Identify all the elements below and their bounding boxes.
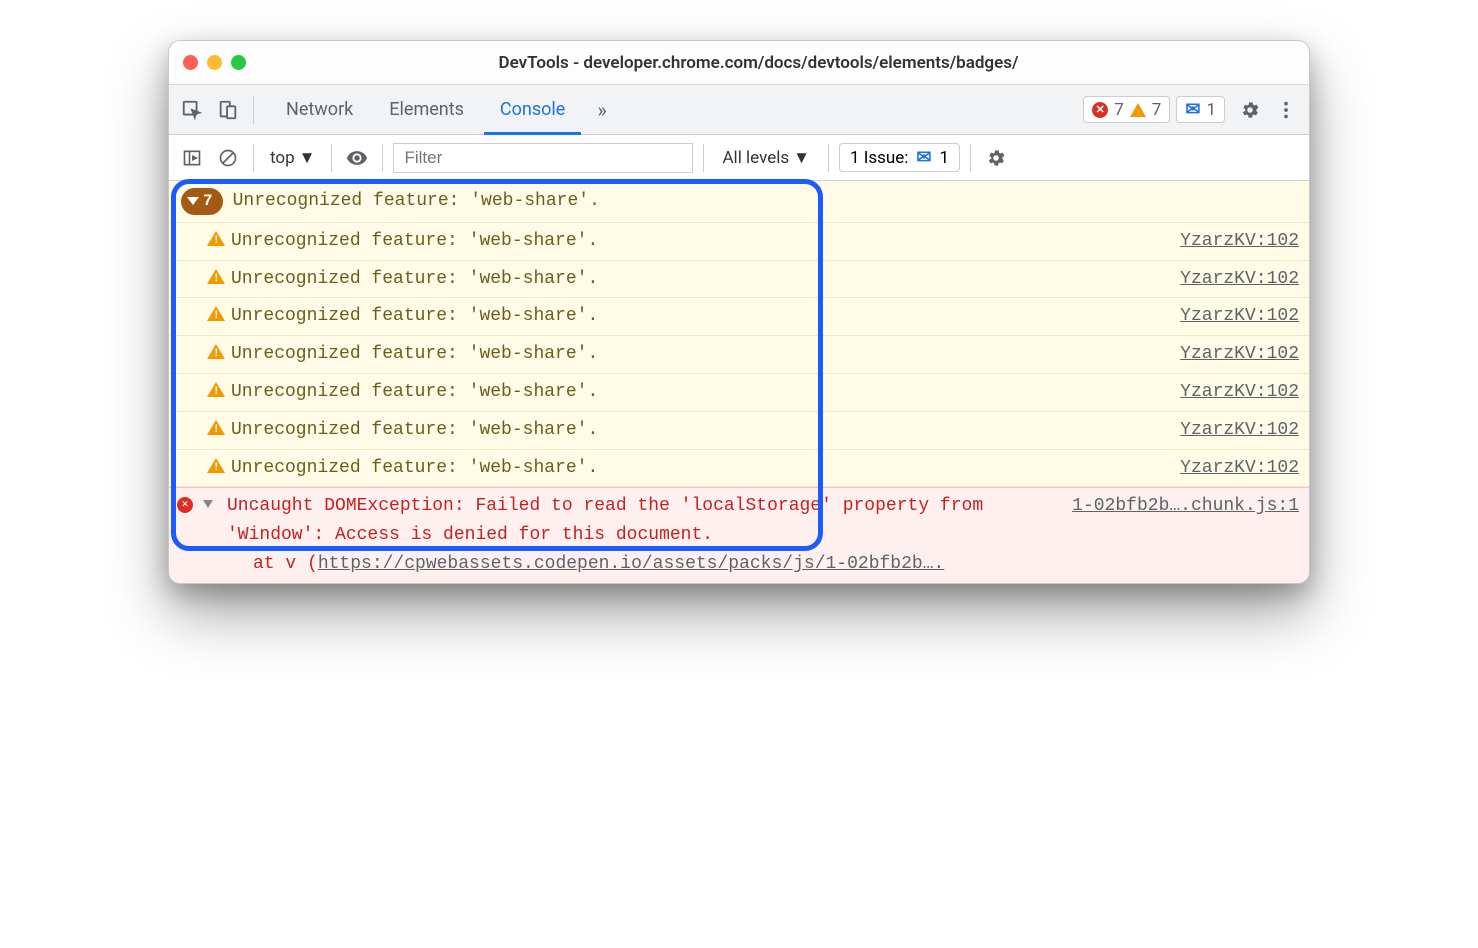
divider [253, 144, 254, 172]
divider [828, 144, 829, 172]
console-warning-row[interactable]: Unrecognized feature: 'web-share'. YzarzK… [169, 298, 1309, 336]
warning-message: Unrecognized feature: 'web-share'. [231, 302, 1170, 331]
console-output: 7 Unrecognized feature: 'web-share'. Unr… [169, 181, 1309, 583]
context-selector[interactable]: top ▼ [264, 148, 321, 168]
error-message: Uncaught DOMException: Failed to read th… [227, 496, 994, 545]
warning-count: 7 [1152, 100, 1162, 120]
caret-down-icon [187, 197, 199, 205]
chevron-down-icon: ▼ [793, 148, 810, 168]
console-warning-row[interactable]: Unrecognized feature: 'web-share'. YzarzK… [169, 412, 1309, 450]
console-warning-row[interactable]: Unrecognized feature: 'web-share'. YzarzK… [169, 450, 1309, 488]
warning-icon [207, 344, 225, 359]
tab-console[interactable]: Console [484, 86, 581, 135]
live-expression-icon[interactable] [342, 143, 372, 173]
warning-message: Unrecognized feature: 'web-share'. [231, 340, 1170, 369]
inspect-element-icon[interactable] [177, 95, 207, 125]
warning-icon [207, 420, 225, 435]
issues-counter[interactable]: ✉ 1 [1176, 96, 1225, 123]
divider [331, 144, 332, 172]
error-source-link[interactable]: 1-02bfb2b….chunk.js:1 [1072, 492, 1299, 521]
divider [970, 144, 971, 172]
error-icon: ✕ [177, 497, 193, 513]
warning-source-link[interactable]: YzarzKV:102 [1180, 302, 1299, 331]
tab-elements[interactable]: Elements [373, 86, 480, 135]
warning-source-link[interactable]: YzarzKV:102 [1180, 340, 1299, 369]
warning-message: Unrecognized feature: 'web-share'. [231, 378, 1170, 407]
warning-icon [207, 382, 225, 397]
divider [253, 96, 254, 124]
traffic-lights [183, 55, 246, 70]
close-window-button[interactable] [183, 55, 198, 70]
device-toolbar-icon[interactable] [213, 95, 243, 125]
issues-button[interactable]: 1 Issue: ✉ 1 [839, 143, 960, 172]
warning-source-link[interactable]: YzarzKV:102 [1180, 378, 1299, 407]
more-tabs-button[interactable]: » [587, 98, 616, 122]
divider [382, 144, 383, 172]
warning-message: Unrecognized feature: 'web-share'. [231, 416, 1170, 445]
message-count: 1 [1206, 100, 1216, 120]
more-options-icon[interactable] [1271, 95, 1301, 125]
console-error-row[interactable]: ✕ 1-02bfb2b….chunk.js:1 Uncaught DOMExce… [169, 487, 1309, 582]
error-stack-trace: at v (https://cpwebassets.codepen.io/ass… [227, 550, 1299, 579]
divider [703, 144, 704, 172]
message-counters: ✕ 7 7 ✉ 1 [1083, 96, 1225, 123]
issues-count: 1 [940, 148, 950, 168]
warning-message: Unrecognized feature: 'web-share'. [231, 454, 1170, 483]
tabs-row: Network Elements Console » ✕ 7 7 ✉ 1 [169, 85, 1309, 135]
filter-input[interactable] [393, 143, 693, 173]
console-warning-row[interactable]: Unrecognized feature: 'web-share'. YzarzK… [169, 374, 1309, 412]
warning-icon [207, 269, 225, 284]
console-toolbar: top ▼ All levels ▼ 1 Issue: ✉ 1 [169, 135, 1309, 181]
issues-label: 1 Issue: [850, 148, 908, 168]
show-sidebar-icon[interactable] [177, 143, 207, 173]
console-warning-row[interactable]: Unrecognized feature: 'web-share'. YzarzK… [169, 223, 1309, 261]
error-warning-counter[interactable]: ✕ 7 7 [1083, 96, 1170, 123]
window-title: DevTools - developer.chrome.com/docs/dev… [272, 53, 1245, 73]
message-icon: ✉ [1185, 99, 1200, 120]
group-count: 7 [203, 189, 213, 215]
panel-tabs: Network Elements Console [270, 85, 581, 134]
error-icon: ✕ [1092, 102, 1108, 118]
devtools-window: DevTools - developer.chrome.com/docs/dev… [168, 40, 1310, 584]
warning-source-link[interactable]: YzarzKV:102 [1180, 454, 1299, 483]
message-icon: ✉ [916, 147, 931, 168]
tab-network[interactable]: Network [270, 86, 369, 135]
maximize-window-button[interactable] [231, 55, 246, 70]
console-warning-row[interactable]: Unrecognized feature: 'web-share'. YzarzK… [169, 336, 1309, 374]
trace-prefix: at v ( [253, 554, 318, 574]
warning-source-link[interactable]: YzarzKV:102 [1180, 227, 1299, 256]
warning-source-link[interactable]: YzarzKV:102 [1180, 265, 1299, 294]
console-settings-icon[interactable] [981, 143, 1011, 173]
clear-console-icon[interactable] [213, 143, 243, 173]
warning-source-link[interactable]: YzarzKV:102 [1180, 416, 1299, 445]
titlebar: DevTools - developer.chrome.com/docs/dev… [169, 41, 1309, 85]
console-group-header[interactable]: 7 Unrecognized feature: 'web-share'. [169, 181, 1309, 223]
trace-link[interactable]: https://cpwebassets.codepen.io/assets/pa… [318, 554, 945, 574]
warning-icon [1130, 103, 1146, 117]
log-levels-selector[interactable]: All levels ▼ [714, 148, 818, 168]
context-label: top [270, 148, 295, 168]
warning-icon [207, 231, 225, 246]
group-count-badge[interactable]: 7 [181, 188, 223, 216]
warning-icon [207, 458, 225, 473]
error-count: 7 [1114, 100, 1124, 120]
levels-label: All levels [722, 148, 789, 168]
minimize-window-button[interactable] [207, 55, 222, 70]
group-message: Unrecognized feature: 'web-share'. [233, 187, 600, 216]
warning-message: Unrecognized feature: 'web-share'. [231, 265, 1170, 294]
caret-down-icon[interactable] [203, 500, 213, 508]
warning-icon [207, 306, 225, 321]
settings-icon[interactable] [1235, 95, 1265, 125]
chevron-down-icon: ▼ [299, 148, 316, 168]
warning-message: Unrecognized feature: 'web-share'. [231, 227, 1170, 256]
console-warning-row[interactable]: Unrecognized feature: 'web-share'. YzarzK… [169, 261, 1309, 299]
